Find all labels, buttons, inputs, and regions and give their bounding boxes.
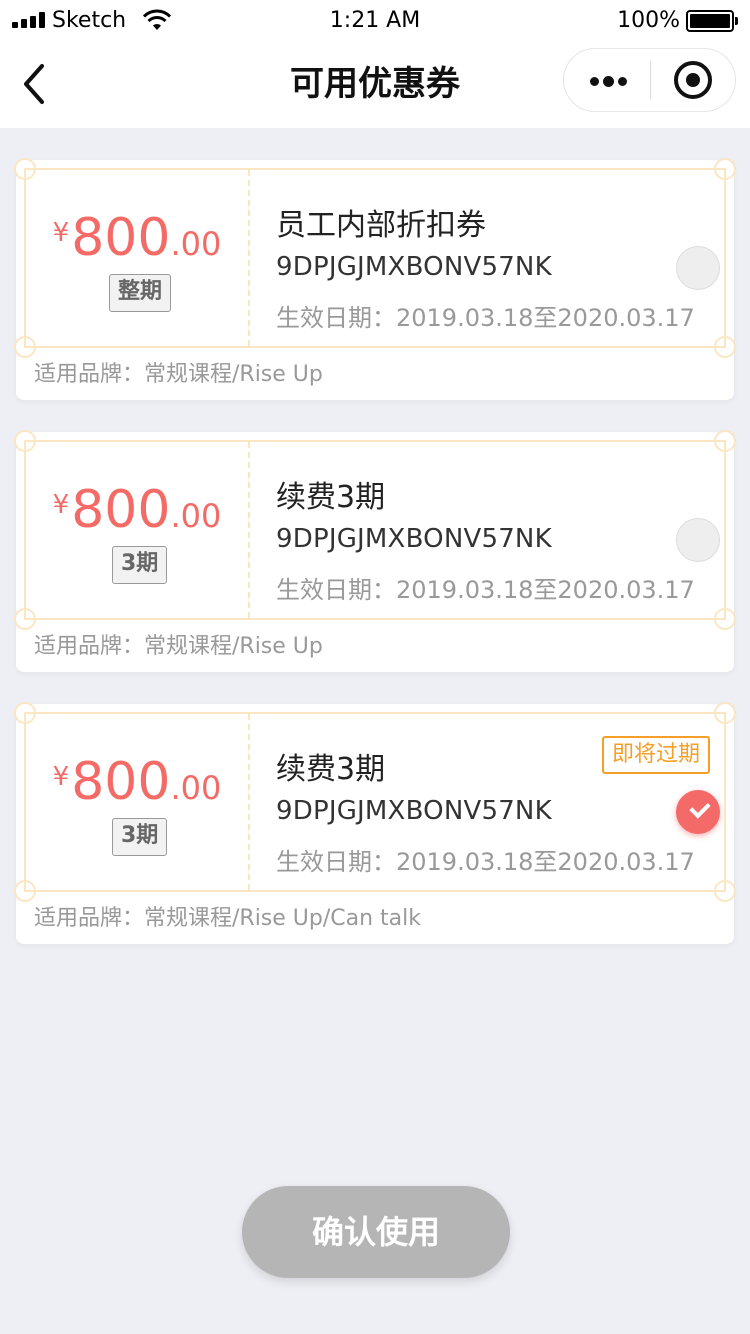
amount-decimal: .00 — [170, 225, 222, 263]
select-radio[interactable] — [676, 518, 720, 562]
frame-corner — [14, 608, 36, 630]
expiring-badge: 即将过期 — [602, 736, 711, 774]
select-radio[interactable] — [676, 246, 720, 290]
brand-label: 适用品牌：常规课程/Rise Up — [34, 362, 323, 387]
amount-integer: 800 — [71, 208, 171, 268]
status-bar: Sketch 1:21 AM 100% — [0, 0, 750, 40]
confirm-button[interactable]: 确认使用 — [242, 1186, 510, 1278]
currency-symbol: ¥ — [52, 218, 70, 248]
currency-symbol: ¥ — [52, 762, 70, 792]
dashed-divider — [248, 442, 250, 618]
frame-corner — [714, 430, 736, 452]
amount-decimal: .00 — [170, 769, 222, 807]
frame-corner — [14, 880, 36, 902]
coupon-amount: ¥800.00 — [26, 208, 248, 268]
amount-integer: 800 — [71, 480, 171, 540]
dashed-divider — [248, 714, 250, 890]
coupon-amount: ¥800.00 — [26, 480, 248, 540]
coupon-code: 9DPJGJMXBONV57NK — [276, 252, 552, 282]
coupon-frame: ¥800.00 3期 续费3期 9DPJGJMXBONV57NK 生效日期：20… — [14, 430, 736, 630]
coupon-date: 生效日期：2019.03.18至2020.03.17 — [276, 848, 695, 876]
coupon-card[interactable]: ¥800.00 3期 续费3期 即将过期 9DPJGJMXBONV57NK 生效… — [14, 702, 736, 944]
coupon-code: 9DPJGJMXBONV57NK — [276, 524, 552, 554]
period-tag: 整期 — [109, 274, 172, 312]
brand-label: 适用品牌：常规课程/Rise Up/Can talk — [34, 906, 422, 931]
coupon-amount: ¥800.00 — [26, 752, 248, 812]
coupon-code: 9DPJGJMXBONV57NK — [276, 796, 552, 826]
coupon-title: 续费3期 — [276, 480, 386, 515]
coupon-date: 生效日期：2019.03.18至2020.03.17 — [276, 576, 695, 604]
miniapp-capsule — [563, 48, 736, 112]
amount-decimal: .00 — [170, 497, 222, 535]
more-dots-icon[interactable] — [564, 49, 650, 111]
frame-corner — [714, 608, 736, 630]
coupon-title: 员工内部折扣券 — [276, 208, 486, 243]
coupon-date: 生效日期：2019.03.18至2020.03.17 — [276, 304, 695, 332]
frame-corner — [14, 336, 36, 358]
selected-check-icon[interactable] — [676, 790, 720, 834]
frame-corner — [14, 430, 36, 452]
battery-icon — [686, 10, 738, 32]
dashed-divider — [248, 170, 250, 346]
frame-corner — [714, 158, 736, 180]
coupon-card[interactable]: ¥800.00 3期 续费3期 9DPJGJMXBONV57NK 生效日期：20… — [14, 430, 736, 672]
target-icon[interactable] — [674, 61, 712, 99]
frame-corner — [14, 158, 36, 180]
amount-integer: 800 — [71, 752, 171, 812]
coupon-frame: ¥800.00 整期 员工内部折扣券 9DPJGJMXBONV57NK 生效日期… — [14, 158, 736, 358]
currency-symbol: ¥ — [52, 490, 70, 520]
coupon-frame: ¥800.00 3期 续费3期 即将过期 9DPJGJMXBONV57NK 生效… — [14, 702, 736, 902]
capsule-divider — [650, 61, 651, 99]
battery-percent: 100% — [617, 8, 680, 33]
coupon-card[interactable]: ¥800.00 整期 员工内部折扣券 9DPJGJMXBONV57NK 生效日期… — [14, 158, 736, 400]
frame-corner — [714, 336, 736, 358]
frame-corner — [714, 880, 736, 902]
frame-corner — [714, 702, 736, 724]
brand-label: 适用品牌：常规课程/Rise Up — [34, 634, 323, 659]
header-area: Sketch 1:21 AM 100% 可用优惠券 — [0, 0, 750, 128]
period-tag: 3期 — [112, 546, 168, 584]
coupon-title: 续费3期 — [276, 752, 386, 787]
frame-corner — [14, 702, 36, 724]
period-tag: 3期 — [112, 818, 168, 856]
